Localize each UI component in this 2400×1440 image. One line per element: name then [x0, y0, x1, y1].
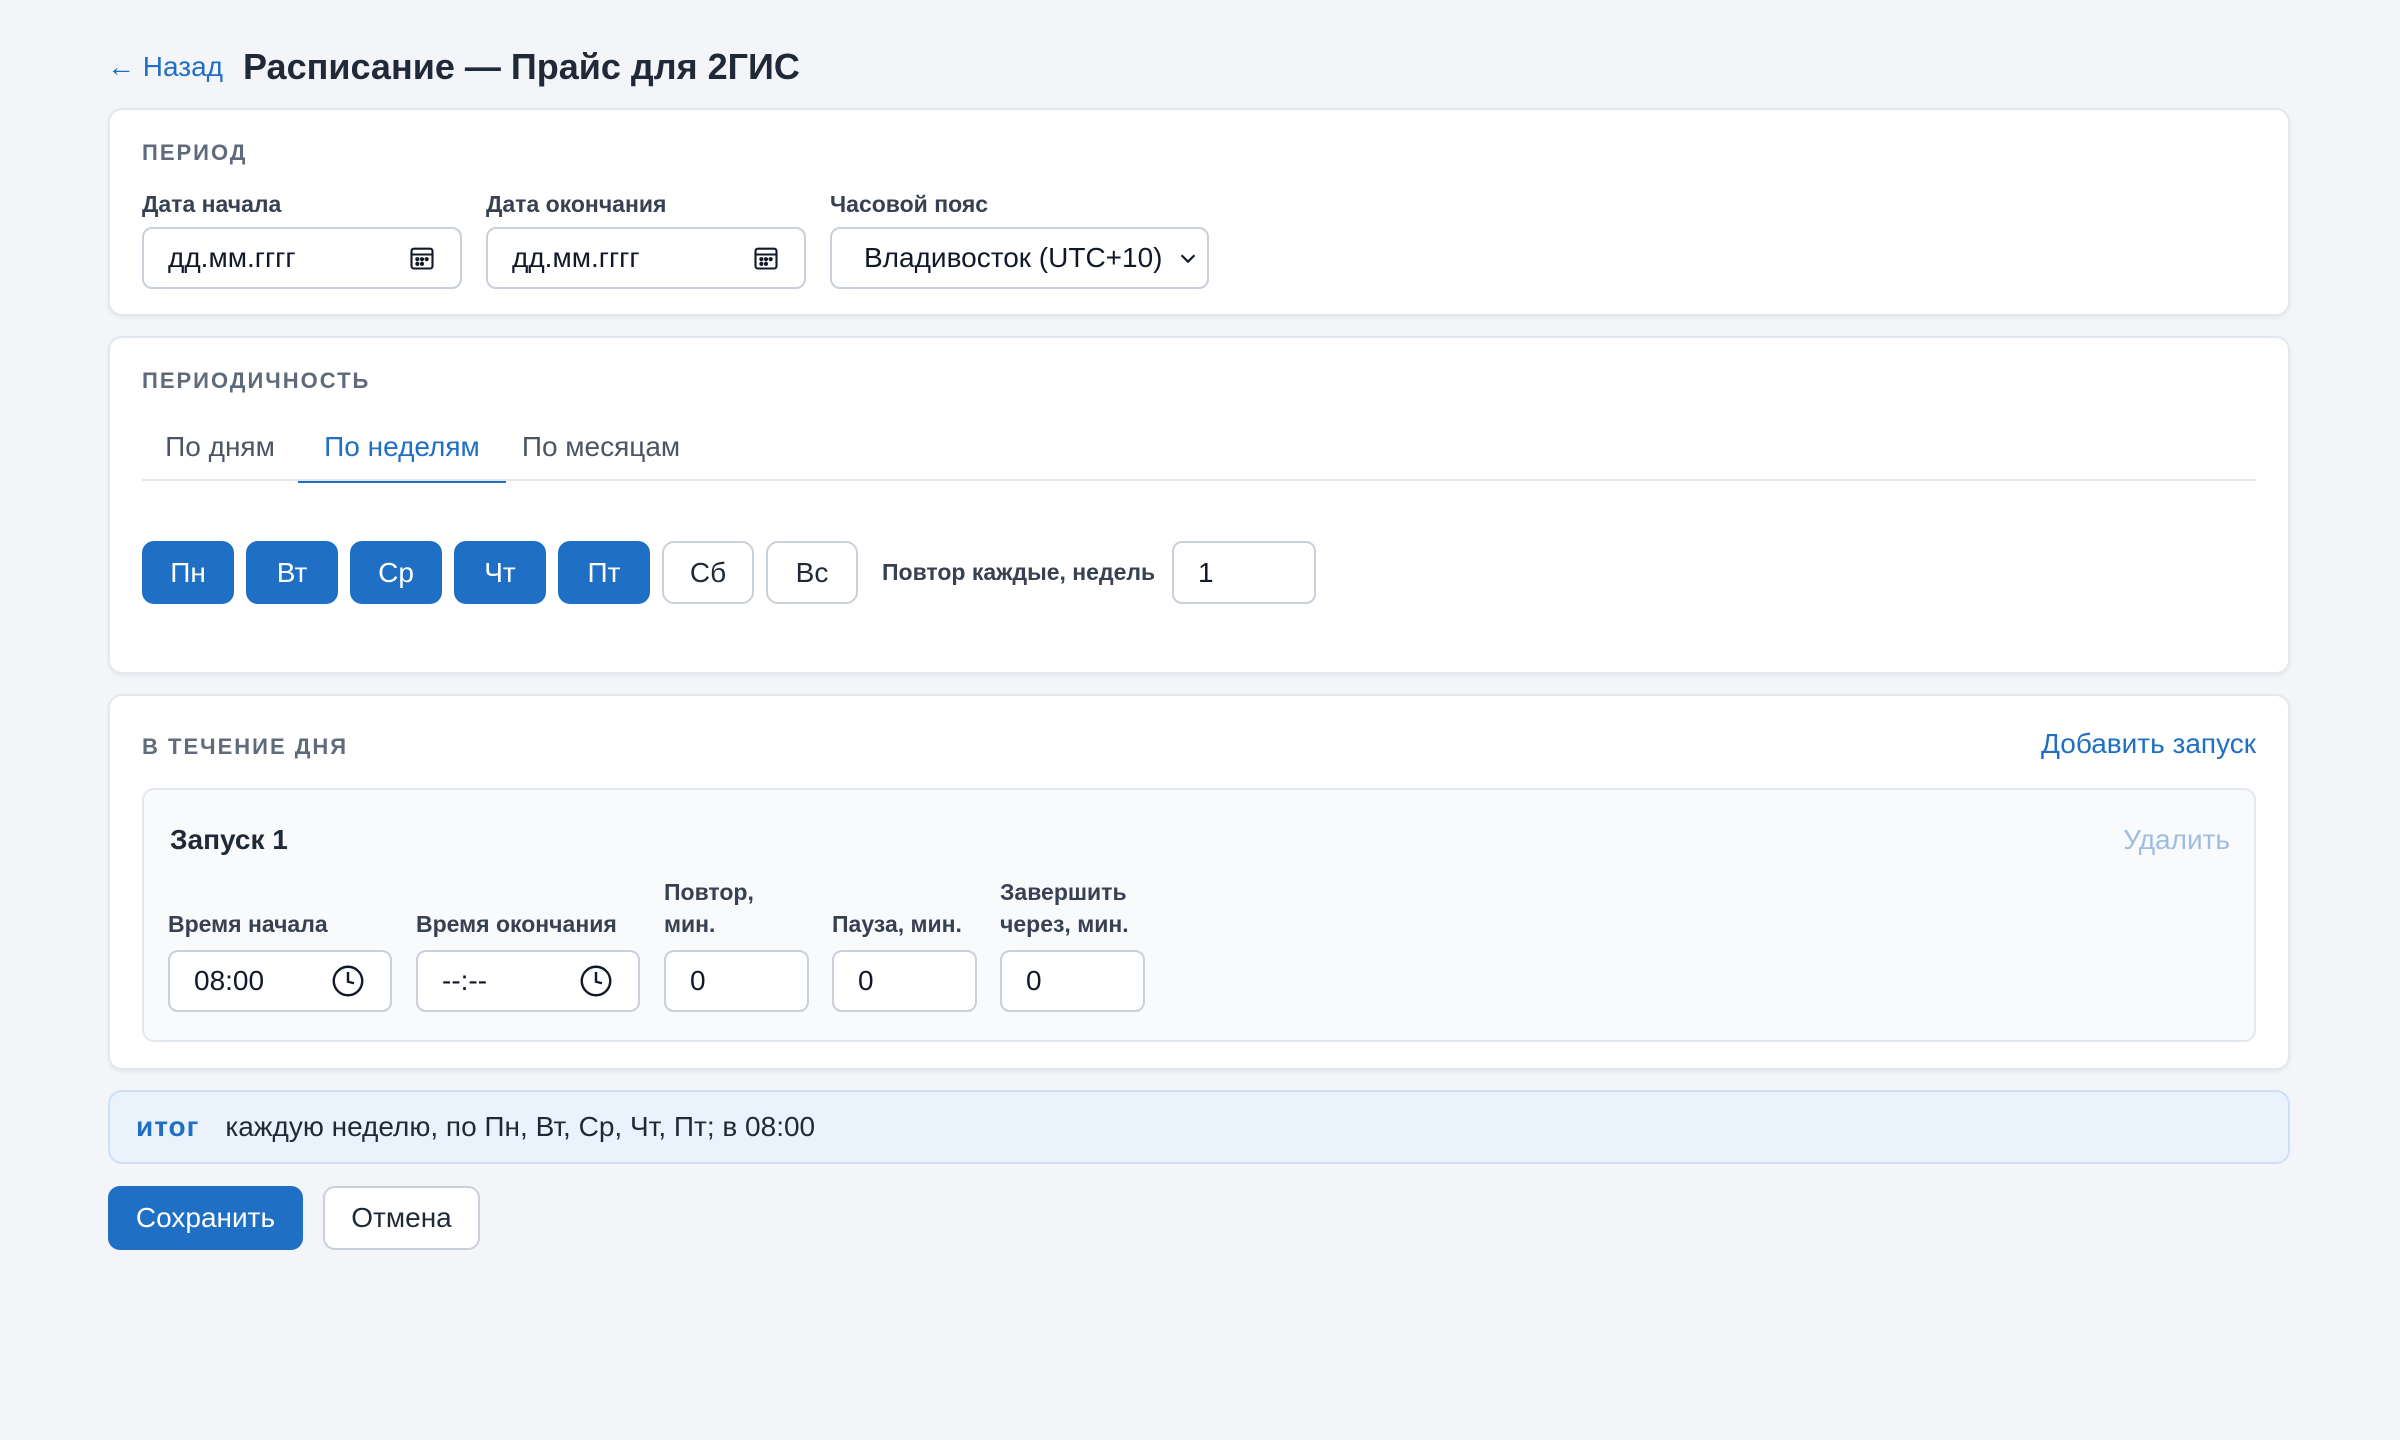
- summary-label: итог: [136, 1111, 200, 1142]
- day-thu[interactable]: Чт: [454, 541, 546, 604]
- end-date-label: Дата окончания: [486, 191, 667, 217]
- calendar-icon[interactable]: [752, 244, 780, 272]
- repeat-min-input[interactable]: 0: [664, 950, 809, 1012]
- section-title-during-day: В ТЕЧЕНИЕ ДНЯ: [142, 734, 349, 759]
- section-title-period: ПЕРИОД: [142, 140, 248, 165]
- timezone-select[interactable]: Владивосток (UTC+10): [830, 227, 1209, 289]
- pause-min-input[interactable]: 0: [832, 950, 977, 1012]
- during-day-card: В ТЕЧЕНИЕ ДНЯ Добавить запуск Запуск 1 У…: [108, 694, 2290, 1070]
- clock-icon[interactable]: [578, 963, 614, 999]
- end-date-value: дд.мм.гггг: [512, 242, 640, 273]
- repeat-min-label-line1: Повтор,: [664, 879, 754, 905]
- repeat-min-value: 0: [690, 965, 706, 996]
- day-wed[interactable]: Ср: [350, 541, 442, 604]
- save-button[interactable]: Сохранить: [108, 1186, 303, 1250]
- day-sat[interactable]: Сб: [662, 541, 754, 604]
- tabs-divider: [142, 479, 2256, 481]
- end-time-label: Время окончания: [416, 911, 617, 937]
- end-time-value: --:--: [442, 965, 488, 996]
- finish-min-input[interactable]: 0: [1000, 950, 1145, 1012]
- page-header: ← Назад Расписание — Прайс для 2ГИС: [107, 44, 800, 90]
- day-sun[interactable]: Вс: [766, 541, 858, 604]
- tab-by-weeks[interactable]: По неделям: [298, 419, 506, 483]
- repeat-weeks-input[interactable]: 1: [1172, 541, 1316, 604]
- calendar-icon[interactable]: [408, 244, 436, 272]
- start-time-label: Время начала: [168, 911, 328, 937]
- end-time-field[interactable]: --:--: [416, 950, 640, 1012]
- summary-text: каждую неделю, по Пн, Вт, Ср, Чт, Пт; в …: [225, 1111, 816, 1142]
- section-title-periodicity: ПЕРИОДИЧНОСТЬ: [142, 368, 371, 393]
- timezone-label: Часовой пояс: [830, 191, 989, 217]
- day-mon[interactable]: Пн: [142, 541, 234, 604]
- start-time-value: 08:00: [194, 965, 265, 996]
- clock-icon[interactable]: [330, 963, 366, 999]
- start-date-field[interactable]: дд.мм.гггг: [142, 227, 462, 289]
- repeat-weeks-value: 1: [1198, 556, 1214, 588]
- finish-min-label: Завершить через, мин.: [1000, 876, 1129, 940]
- finish-min-label-line2: через, мин.: [1000, 911, 1129, 937]
- period-card: ПЕРИОД Дата начала дд.мм.гггг Дата оконч…: [108, 108, 2290, 316]
- chevron-down-icon: [1177, 247, 1199, 269]
- tab-by-days[interactable]: По дням: [142, 419, 298, 479]
- add-run-link[interactable]: Добавить запуск: [2041, 728, 2256, 760]
- timezone-value: Владивосток (UTC+10): [864, 242, 1163, 273]
- run-title: Запуск 1: [170, 824, 288, 855]
- finish-min-value: 0: [1026, 965, 1042, 996]
- end-date-field[interactable]: дд.мм.гггг: [486, 227, 806, 289]
- pause-min-value: 0: [858, 965, 874, 996]
- repeat-weeks-label: Повтор каждые, недель: [882, 559, 1156, 585]
- page-title: Расписание — Прайс для 2ГИС: [243, 46, 800, 87]
- finish-min-label-line1: Завершить: [1000, 879, 1127, 905]
- periodicity-card: ПЕРИОДИЧНОСТЬ По дням По неделям По меся…: [108, 336, 2290, 674]
- back-link[interactable]: ← Назад: [107, 51, 223, 83]
- start-date-value: дд.мм.гггг: [168, 242, 296, 273]
- summary-bar: итог каждую неделю, по Пн, Вт, Ср, Чт, П…: [108, 1090, 2290, 1164]
- start-date-label: Дата начала: [142, 191, 282, 217]
- delete-run-link[interactable]: Удалить: [2123, 824, 2230, 856]
- repeat-min-label: Повтор, мин.: [664, 876, 754, 940]
- cancel-button[interactable]: Отмена: [323, 1186, 480, 1250]
- day-tue[interactable]: Вт: [246, 541, 338, 604]
- run-card: Запуск 1 Удалить Время начала 08:00 Врем…: [142, 788, 2256, 1042]
- pause-min-label: Пауза, мин.: [832, 911, 962, 937]
- start-time-field[interactable]: 08:00: [168, 950, 392, 1012]
- tabs: По дням По неделям По месяцам: [110, 419, 2288, 483]
- day-fri[interactable]: Пт: [558, 541, 650, 604]
- tab-by-months[interactable]: По месяцам: [506, 419, 696, 479]
- repeat-min-label-line2: мин.: [664, 911, 716, 937]
